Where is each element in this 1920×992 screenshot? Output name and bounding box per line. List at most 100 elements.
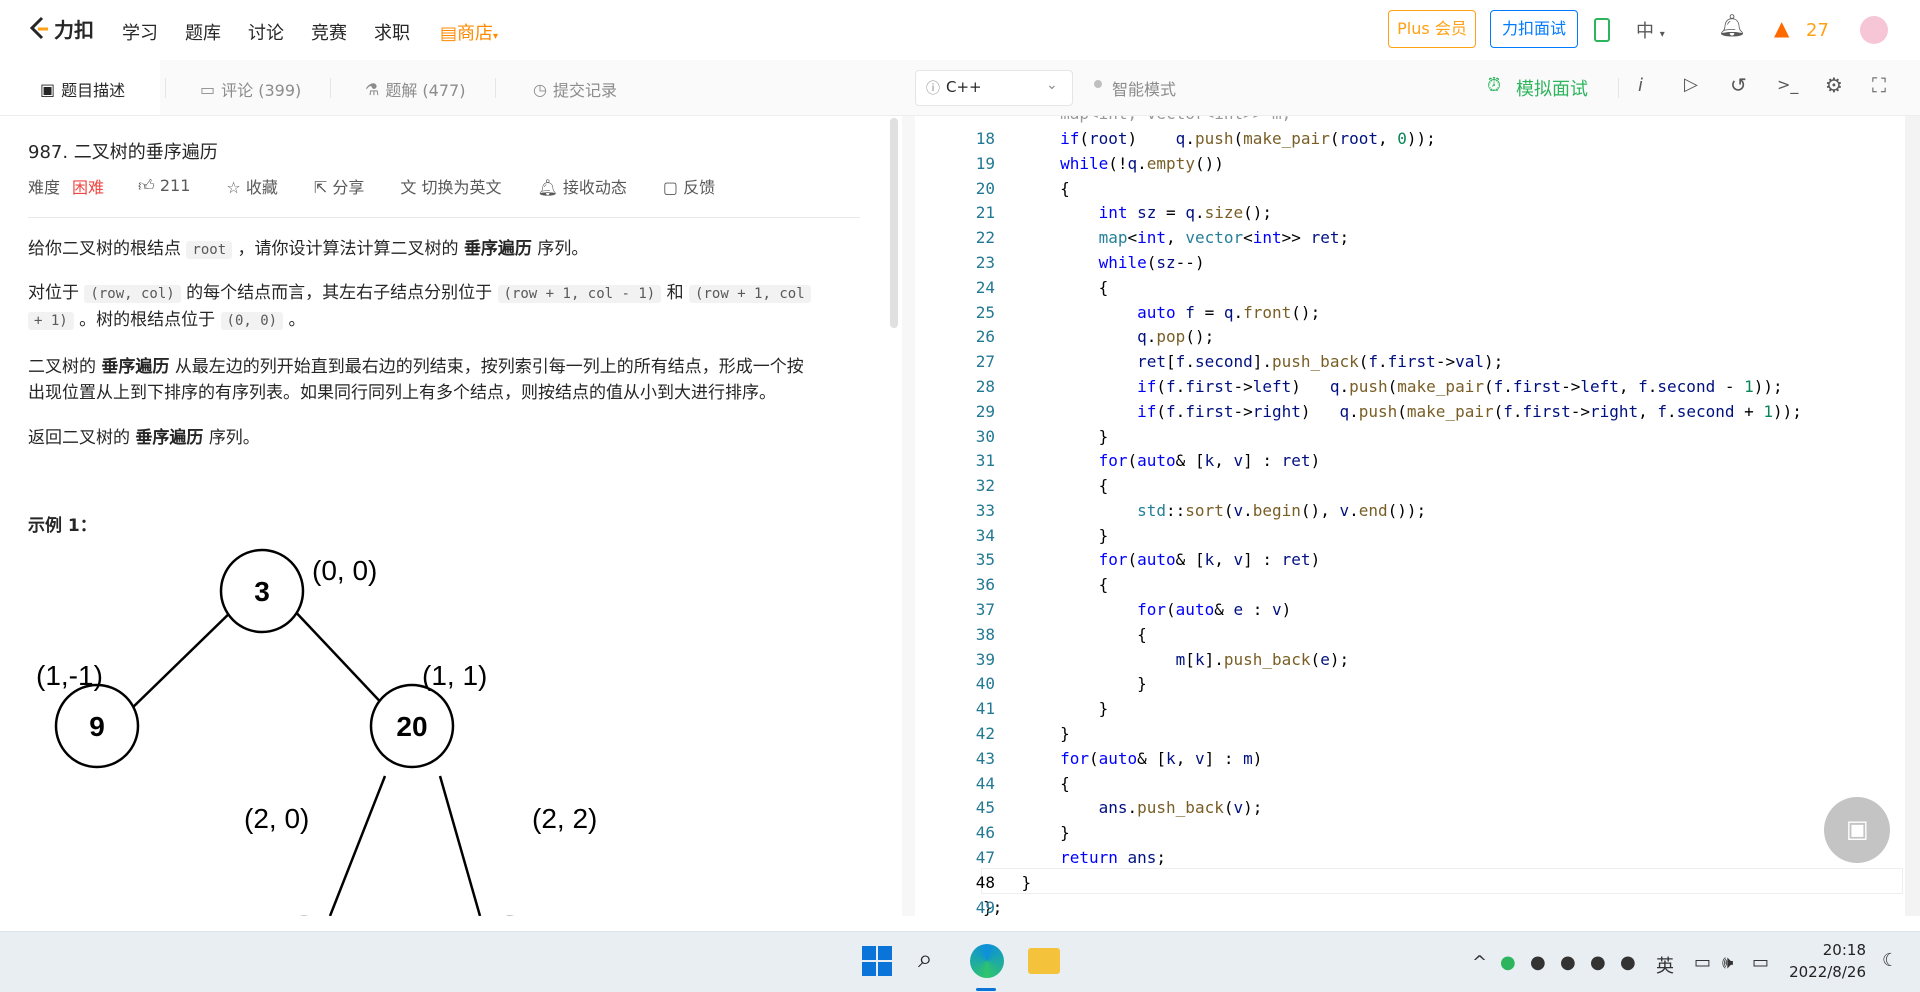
play-icon[interactable]: ▷	[1684, 74, 1698, 95]
divider	[28, 217, 860, 218]
favorite-button[interactable]: ☆ 收藏	[226, 174, 277, 198]
file-explorer-icon[interactable]	[1028, 948, 1060, 974]
clock-time[interactable]: 20:18	[1796, 941, 1866, 959]
subscribe-button[interactable]: 🔔︎ 接收动态	[538, 174, 627, 198]
share-label: 分享	[332, 178, 365, 197]
coord-label: (2, 2)	[532, 803, 597, 834]
paragraph-3: 二叉树的 垂序遍历 从最左边的列开始直到最右边的列结束，按列索引每一列上的所有结…	[28, 357, 804, 403]
coord-label: (1,-1)	[36, 660, 103, 691]
smart-mode-toggle[interactable]: 智能模式	[1112, 76, 1176, 100]
current-line-highlight	[981, 868, 1903, 894]
qq-icon[interactable]: ●	[1590, 952, 1606, 973]
fire-icon: ▲	[1774, 16, 1790, 40]
bell-icon: 🔔︎	[537, 178, 558, 197]
language-value: C++	[946, 78, 982, 96]
shop-icon: ▤	[440, 23, 458, 44]
tray-expand-icon[interactable]: ^	[1472, 952, 1487, 973]
clock-icon: ◷	[533, 79, 547, 99]
smart-mode-dot	[1094, 80, 1102, 88]
alarm-icon: ⏰︎	[1487, 75, 1502, 96]
editor-scrollbar[interactable]	[1905, 116, 1920, 916]
feedback-button[interactable]: ▢ 反馈	[663, 174, 715, 198]
search-icon[interactable]: ⌕	[918, 944, 933, 975]
info-icon: ⓘ	[926, 81, 940, 97]
leetcode-logo[interactable]: 力扣	[28, 14, 94, 43]
comment-icon: ▭	[200, 79, 216, 99]
like-count: 211	[159, 176, 191, 195]
logo-text: 力扣	[54, 18, 94, 42]
ime-indicator[interactable]: 英	[1656, 952, 1674, 978]
pane-splitter[interactable]	[902, 116, 915, 916]
avatar[interactable]	[1860, 16, 1888, 44]
mock-interview-button[interactable]: 模拟面试	[1516, 75, 1588, 101]
clock-date[interactable]: 2022/8/26	[1786, 963, 1866, 981]
caret-down-icon: ▾	[1659, 29, 1665, 40]
code-editor[interactable]: map<int, vector<int>> m; if(root) q.push…	[915, 116, 1905, 916]
top-navbar: 力扣 学习 题库 讨论 竞赛 求职 ▤商店▾ Plus 会员 力扣面试 中 ▾ …	[0, 0, 1920, 61]
star-icon: ☆	[226, 178, 241, 197]
nav-shop[interactable]: ▤商店▾	[440, 19, 498, 45]
language-select[interactable]: ⓘ C++ ⌄	[915, 70, 1073, 106]
feedback-label: 反馈	[683, 178, 716, 197]
fullscreen-icon[interactable]: ⛶	[1872, 73, 1886, 97]
nav-learn[interactable]: 学习	[122, 19, 158, 45]
streak-count: 27	[1806, 20, 1829, 41]
difficulty-badge: 困难	[72, 178, 105, 197]
tab-solutions-label: 题解 (477)	[385, 81, 466, 100]
battery-icon[interactable]: ▭	[1752, 952, 1769, 973]
flask-icon: ⚗	[365, 79, 380, 99]
shop-label: 商店	[457, 23, 494, 44]
language-switcher[interactable]: 中 ▾	[1636, 17, 1665, 43]
notebook-icon: ▣	[1846, 815, 1869, 843]
tab-solutions[interactable]: ⚗ 题解 (477)	[365, 77, 465, 101]
tree-node-label: 9	[89, 711, 105, 742]
qq-icon[interactable]: ●	[1560, 952, 1576, 973]
caret-down-icon: ▾	[493, 31, 499, 42]
problem-title: 987. 二叉树的垂序遍历	[28, 142, 218, 163]
nav-discuss[interactable]: 讨论	[248, 19, 284, 45]
network-icon[interactable]: ▭	[1694, 952, 1711, 973]
language-label: 中	[1636, 21, 1654, 42]
translate-icon: 文	[400, 178, 417, 197]
nav-contest[interactable]: 竞赛	[311, 19, 347, 45]
switch-language-button[interactable]: 文 切换为英文	[400, 174, 501, 198]
tree-node-label: 3	[254, 576, 270, 607]
feedback-icon: ▢	[662, 178, 679, 197]
nav-jobs[interactable]: 求职	[374, 19, 410, 45]
volume-icon[interactable]: 🕪︎	[1722, 952, 1733, 973]
problem-description: 987. 二叉树的垂序遍历 难度 困难 👍︎ 211 ☆ 收藏 ⇱ 分享 文 切…	[0, 116, 902, 916]
tab-submissions[interactable]: ◷ 提交记录	[533, 77, 617, 101]
tab-submissions-label: 提交记录	[552, 81, 617, 100]
tab-bar: ▣ 题目描述 ▭ 评论 (399) ⚗ 题解 (477) ◷ 提交记录 ⓘ C++ ⌄ …	[0, 60, 1920, 116]
problem-meta: 难度 困难 👍︎ 211 ☆ 收藏 ⇱ 分享 文 切换为英文 🔔︎ 接收动态 ▢…	[28, 174, 715, 198]
info-italic-icon[interactable]: i	[1638, 75, 1643, 96]
tab-description[interactable]: ▣ 题目描述	[40, 77, 125, 101]
reset-icon[interactable]: ↺	[1730, 73, 1747, 97]
windows-start-icon[interactable]	[862, 946, 892, 976]
interview-button[interactable]: 力扣面试	[1490, 10, 1578, 48]
mobile-app-icon[interactable]	[1594, 18, 1610, 42]
edge-browser-icon[interactable]	[970, 944, 1004, 978]
notes-button[interactable]: ▣	[1824, 797, 1890, 863]
share-icon: ⇱	[313, 178, 328, 197]
plus-member-button[interactable]: Plus 会员	[1388, 10, 1476, 48]
tab-comments[interactable]: ▭ 评论 (399)	[200, 77, 301, 101]
wechat-icon[interactable]: ●	[1500, 952, 1516, 973]
like-button[interactable]: 👍︎ 211	[138, 176, 190, 196]
left-scrollbar[interactable]	[890, 118, 898, 328]
bell-icon[interactable]: 🔔︎	[1718, 14, 1746, 39]
qq-icon[interactable]: ●	[1530, 952, 1546, 973]
notification-icon[interactable]: ☾	[1882, 950, 1898, 971]
thumbs-up-icon: 👍︎	[138, 176, 155, 195]
nav-problemset[interactable]: 题库	[185, 19, 221, 45]
settings-icon[interactable]: ⚙	[1825, 73, 1843, 97]
qq-icon[interactable]: ●	[1620, 952, 1636, 973]
coord-label: (2, 0)	[244, 803, 309, 834]
tab-comments-label: 评论 (399)	[221, 81, 302, 100]
difficulty-label: 难度	[28, 178, 61, 197]
coord-label: (1, 1)	[422, 660, 487, 691]
share-button[interactable]: ⇱ 分享	[314, 174, 365, 198]
favorite-label: 收藏	[245, 178, 278, 197]
paragraph-4: 返回二叉树的 垂序遍历 序列。	[28, 428, 260, 448]
terminal-icon[interactable]: >_	[1777, 75, 1798, 94]
